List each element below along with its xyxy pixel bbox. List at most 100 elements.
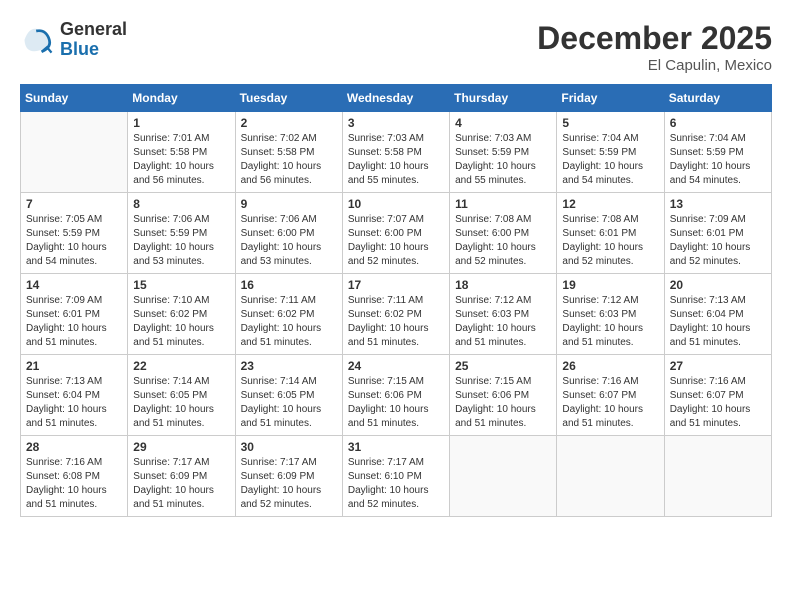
day-number: 14 [26,278,122,292]
day-number: 11 [455,197,551,211]
weekday-header-friday: Friday [557,85,664,112]
title-area: December 2025 El Capulin, Mexico [537,20,772,74]
day-number: 4 [455,116,551,130]
day-cell-26: 26 Sunrise: 7:16 AMSunset: 6:07 PMDayligh… [557,355,664,436]
day-number: 23 [241,359,337,373]
day-number: 5 [562,116,658,130]
week-row-2: 7Sunrise: 7:05 AMSunset: 5:59 PMDaylight… [21,193,772,274]
month-title: December 2025 [537,20,772,57]
day-number: 3 [348,116,444,130]
day-info: Sunrise: 7:02 AMSunset: 5:58 PMDaylight:… [241,132,337,188]
day-cell-25: 25 Sunrise: 7:15 AMSunset: 6:06 PMDayligh… [450,355,557,436]
day-info: Sunrise: 7:11 AMSunset: 6:02 PMDaylight:… [241,294,337,350]
day-number: 18 [455,278,551,292]
day-number: 30 [241,440,337,454]
day-cell-2: 2 Sunrise: 7:02 AMSunset: 5:58 PMDaylight… [235,112,342,193]
day-info: Sunrise: 7:04 AMSunset: 5:59 PMDaylight:… [562,132,658,188]
day-cell-28: 28 Sunrise: 7:16 AMSunset: 6:08 PMDayligh… [21,436,128,517]
day-number: 8 [133,197,229,211]
day-info: Sunrise: 7:16 AMSunset: 6:08 PMDaylight:… [26,456,122,512]
day-info: Sunrise: 7:06 AMSunset: 6:00 PMDaylight:… [241,213,337,269]
weekday-header-thursday: Thursday [450,85,557,112]
day-number: 20 [670,278,766,292]
day-cell-27: 27Sunrise: 7:16 AMSunset: 6:07 PMDayligh… [664,355,771,436]
day-number: 22 [133,359,229,373]
day-cell-31: 31Sunrise: 7:17 AMSunset: 6:10 PMDayligh… [342,436,449,517]
day-cell-8: 8 Sunrise: 7:06 AMSunset: 5:59 PMDaylight… [128,193,235,274]
day-cell-14: 14 Sunrise: 7:09 AMSunset: 6:01 PMDayligh… [21,274,128,355]
day-info: Sunrise: 7:12 AMSunset: 6:03 PMDaylight:… [562,294,658,350]
day-cell-5: 5 Sunrise: 7:04 AMSunset: 5:59 PMDaylight… [557,112,664,193]
day-number: 7 [26,197,122,211]
day-number: 15 [133,278,229,292]
day-info: Sunrise: 7:17 AMSunset: 6:09 PMDaylight:… [133,456,229,512]
day-info: Sunrise: 7:08 AMSunset: 6:01 PMDaylight:… [562,213,658,269]
day-number: 29 [133,440,229,454]
day-number: 21 [26,359,122,373]
weekday-header-tuesday: Tuesday [235,85,342,112]
day-info: Sunrise: 7:15 AMSunset: 6:06 PMDaylight:… [348,375,444,431]
day-info: Sunrise: 7:17 AMSunset: 6:09 PMDaylight:… [241,456,337,512]
day-info: Sunrise: 7:03 AMSunset: 5:58 PMDaylight:… [348,132,444,188]
day-info: Sunrise: 7:09 AMSunset: 6:01 PMDaylight:… [670,213,766,269]
day-info: Sunrise: 7:16 AMSunset: 6:07 PMDaylight:… [562,375,658,431]
location-title: El Capulin, Mexico [537,57,772,74]
day-number: 26 [562,359,658,373]
day-cell-11: 11Sunrise: 7:08 AMSunset: 6:00 PMDayligh… [450,193,557,274]
day-number: 17 [348,278,444,292]
logo-icon [20,22,56,58]
logo-general: General [60,19,127,39]
day-number: 16 [241,278,337,292]
day-number: 13 [670,197,766,211]
day-info: Sunrise: 7:01 AMSunset: 5:58 PMDaylight:… [133,132,229,188]
calendar-table: SundayMondayTuesdayWednesdayThursdayFrid… [20,84,772,517]
day-cell-13: 13 Sunrise: 7:09 AMSunset: 6:01 PMDayligh… [664,193,771,274]
week-row-1: 1 Sunrise: 7:01 AMSunset: 5:58 PMDaylight… [21,112,772,193]
week-row-5: 28 Sunrise: 7:16 AMSunset: 6:08 PMDayligh… [21,436,772,517]
day-cell-7: 7Sunrise: 7:05 AMSunset: 5:59 PMDaylight… [21,193,128,274]
weekday-header-sunday: Sunday [21,85,128,112]
day-info: Sunrise: 7:17 AMSunset: 6:10 PMDaylight:… [348,456,444,512]
day-cell-24: 24Sunrise: 7:15 AMSunset: 6:06 PMDayligh… [342,355,449,436]
day-number: 6 [670,116,766,130]
day-number: 28 [26,440,122,454]
day-number: 9 [241,197,337,211]
day-info: Sunrise: 7:07 AMSunset: 6:00 PMDaylight:… [348,213,444,269]
day-info: Sunrise: 7:10 AMSunset: 6:02 PMDaylight:… [133,294,229,350]
week-row-4: 21 Sunrise: 7:13 AMSunset: 6:04 PMDayligh… [21,355,772,436]
day-info: Sunrise: 7:03 AMSunset: 5:59 PMDaylight:… [455,132,551,188]
day-cell-9: 9 Sunrise: 7:06 AMSunset: 6:00 PMDaylight… [235,193,342,274]
day-number: 1 [133,116,229,130]
day-cell-20: 20 Sunrise: 7:13 AMSunset: 6:04 PMDayligh… [664,274,771,355]
day-number: 2 [241,116,337,130]
day-info: Sunrise: 7:11 AMSunset: 6:02 PMDaylight:… [348,294,444,350]
day-info: Sunrise: 7:13 AMSunset: 6:04 PMDaylight:… [26,375,122,431]
day-info: Sunrise: 7:14 AMSunset: 6:05 PMDaylight:… [241,375,337,431]
day-cell-21: 21 Sunrise: 7:13 AMSunset: 6:04 PMDayligh… [21,355,128,436]
weekday-header-wednesday: Wednesday [342,85,449,112]
day-info: Sunrise: 7:12 AMSunset: 6:03 PMDaylight:… [455,294,551,350]
day-info: Sunrise: 7:06 AMSunset: 5:59 PMDaylight:… [133,213,229,269]
logo: General Blue [20,20,127,60]
day-info: Sunrise: 7:13 AMSunset: 6:04 PMDaylight:… [670,294,766,350]
weekday-header-monday: Monday [128,85,235,112]
day-cell-29: 29 Sunrise: 7:17 AMSunset: 6:09 PMDayligh… [128,436,235,517]
weekday-header-row: SundayMondayTuesdayWednesdayThursdayFrid… [21,85,772,112]
day-cell-22: 22Sunrise: 7:14 AMSunset: 6:05 PMDayligh… [128,355,235,436]
day-cell-30: 30 Sunrise: 7:17 AMSunset: 6:09 PMDayligh… [235,436,342,517]
day-info: Sunrise: 7:09 AMSunset: 6:01 PMDaylight:… [26,294,122,350]
day-number: 12 [562,197,658,211]
day-cell-12: 12 Sunrise: 7:08 AMSunset: 6:01 PMDayligh… [557,193,664,274]
day-number: 10 [348,197,444,211]
day-cell-23: 23 Sunrise: 7:14 AMSunset: 6:05 PMDayligh… [235,355,342,436]
day-cell-10: 10 Sunrise: 7:07 AMSunset: 6:00 PMDayligh… [342,193,449,274]
day-cell-17: 17 Sunrise: 7:11 AMSunset: 6:02 PMDayligh… [342,274,449,355]
header: General Blue December 2025 El Capulin, M… [20,20,772,74]
day-cell-19: 19Sunrise: 7:12 AMSunset: 6:03 PMDayligh… [557,274,664,355]
day-cell-15: 15 Sunrise: 7:10 AMSunset: 6:02 PMDayligh… [128,274,235,355]
day-info: Sunrise: 7:04 AMSunset: 5:59 PMDaylight:… [670,132,766,188]
day-number: 27 [670,359,766,373]
day-cell-4: 4 Sunrise: 7:03 AMSunset: 5:59 PMDaylight… [450,112,557,193]
day-number: 25 [455,359,551,373]
day-info: Sunrise: 7:15 AMSunset: 6:06 PMDaylight:… [455,375,551,431]
